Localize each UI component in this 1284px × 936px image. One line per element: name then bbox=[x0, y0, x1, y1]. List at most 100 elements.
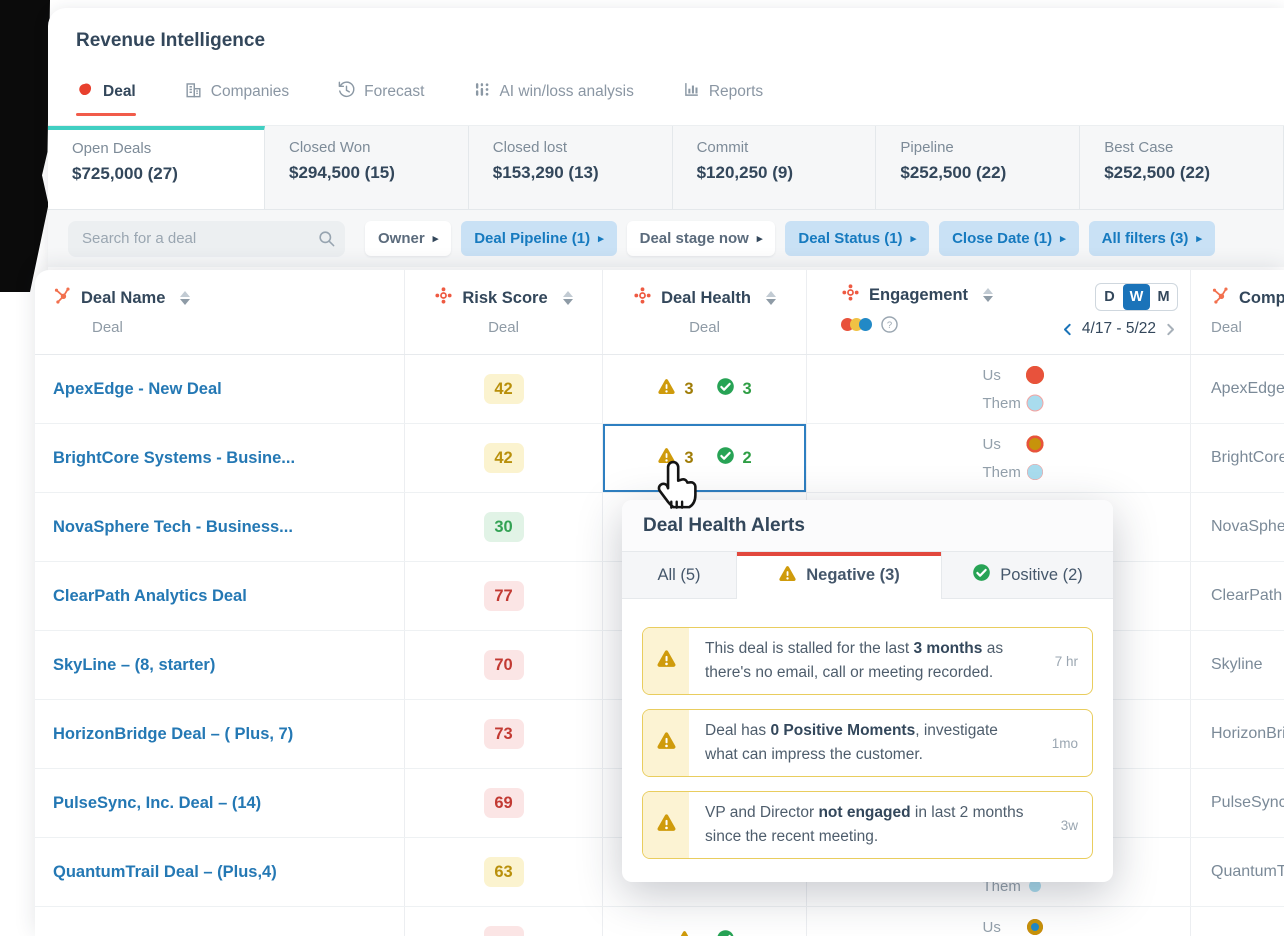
popup-title: Deal Health Alerts bbox=[622, 500, 1113, 552]
popup-alert-list: This deal is stalled for the last 3 mont… bbox=[622, 599, 1113, 882]
column-sub-label: Deal bbox=[1211, 319, 1242, 336]
engagement-dot-red bbox=[1025, 366, 1044, 384]
summary-card-open-deals[interactable]: Open Deals $725,000 (27) bbox=[48, 126, 265, 209]
companies-icon bbox=[184, 80, 203, 104]
app-card: Revenue Intelligence Deal Companies Foreca… bbox=[48, 8, 1284, 270]
column-header-deal-health[interactable]: Deal Health Deal bbox=[602, 270, 806, 354]
check-circle-icon bbox=[716, 929, 735, 936]
filter-button-deal-pipeline[interactable]: Deal Pipeline (1) ▸ bbox=[461, 221, 617, 256]
deal-link[interactable]: ApexEdge - New Deal bbox=[53, 380, 222, 399]
warning-icon bbox=[656, 812, 677, 838]
sort-icon[interactable] bbox=[765, 291, 776, 305]
risk-score-badge: 77 bbox=[483, 581, 524, 611]
filter-button-deal-status[interactable]: Deal Status (1) ▸ bbox=[785, 221, 930, 256]
filter-button-deal-stage-now[interactable]: Deal stage now ▸ bbox=[626, 221, 776, 256]
risk-score-cell: 77 bbox=[404, 562, 602, 630]
deal-name-cell: ClearPath Analytics Deal bbox=[35, 562, 404, 630]
risk-score-badge: 42 bbox=[483, 374, 524, 404]
deal-link[interactable]: HorizonBridge Deal – ( Plus, 7) bbox=[53, 725, 293, 744]
deal-link[interactable]: ClearPath Analytics Deal bbox=[53, 587, 247, 606]
summary-cards: Open Deals $725,000 (27) Closed Won $294,50… bbox=[48, 125, 1284, 209]
deal-link[interactable]: NovaSphere Tech - Business... bbox=[53, 518, 293, 537]
risk-score-badge bbox=[483, 926, 524, 936]
risk-score-cell: 69 bbox=[404, 769, 602, 837]
tab-label: Forecast bbox=[364, 83, 425, 100]
engagement-cell: UsThem bbox=[806, 424, 1190, 492]
company-cell: PulseSync bbox=[1190, 769, 1284, 837]
nav-tabs: Deal Companies Forecast AI win/loss analysi… bbox=[76, 80, 1284, 116]
engagement-legend: ? bbox=[841, 315, 993, 334]
column-sub-label: Deal bbox=[92, 319, 123, 336]
property-cross-icon bbox=[841, 283, 860, 307]
column-header-company[interactable]: Comp Deal bbox=[1190, 270, 1284, 354]
column-header-risk-score[interactable]: Risk Score Deal bbox=[404, 270, 602, 354]
warning-icon bbox=[778, 564, 797, 588]
tab-deal[interactable]: Deal bbox=[76, 80, 136, 116]
card-value: $252,500 (22) bbox=[900, 163, 1007, 182]
negative-count: 3 bbox=[684, 448, 694, 467]
help-icon[interactable]: ? bbox=[880, 315, 899, 334]
risk-score-badge: 30 bbox=[483, 512, 524, 542]
search-input[interactable] bbox=[68, 220, 345, 257]
caret-right-icon: ▸ bbox=[756, 233, 763, 245]
card-label: Closed lost bbox=[492, 139, 567, 156]
card-label: Pipeline bbox=[900, 139, 954, 156]
filter-label: Owner bbox=[378, 230, 425, 247]
negative-count: 3 bbox=[684, 379, 694, 398]
check-circle-icon bbox=[716, 377, 735, 401]
deal-link[interactable]: BrightCore Systems - Busine... bbox=[53, 449, 295, 468]
sort-icon[interactable] bbox=[180, 291, 191, 305]
alert-timestamp: 1mo bbox=[1051, 735, 1078, 751]
risk-score-cell: 73 bbox=[404, 700, 602, 768]
deal-link[interactable]: QuantumTrail Deal – (Plus,4) bbox=[53, 863, 277, 882]
filter-bar: Owner▸Deal Pipeline (1)▸Deal stage now▸D… bbox=[48, 209, 1284, 267]
table-row: BrightCore Systems - Busine... 42 3 2 Us Them… bbox=[35, 424, 1284, 493]
date-range-label: 4/17 - 5/22 bbox=[1081, 320, 1156, 337]
summary-card-closed-won[interactable]: Closed Won $294,500 (15) bbox=[265, 126, 469, 209]
period-option-m[interactable]: M bbox=[1150, 284, 1177, 310]
health-alert-card: VP and Director not engaged in last 2 mo… bbox=[642, 791, 1093, 859]
warning-icon bbox=[656, 648, 677, 674]
period-option-w[interactable]: W bbox=[1123, 284, 1150, 310]
deal-health-cell[interactable] bbox=[602, 907, 806, 936]
tab-ai-win-loss[interactable]: AI win/loss analysis bbox=[472, 80, 634, 116]
table-header: Deal Name Deal Risk Score Deal Deal Heal… bbox=[35, 270, 1284, 355]
risk-score-cell bbox=[404, 907, 602, 936]
deal-health-cell[interactable]: 33 bbox=[602, 355, 806, 423]
popup-tab-positive[interactable]: Positive (2) bbox=[942, 552, 1113, 598]
alert-stripe bbox=[643, 710, 689, 776]
summary-card-best-case[interactable]: Best Case $252,500 (22) bbox=[1080, 126, 1284, 209]
filter-button-all-filters[interactable]: All filters (3) ▸ bbox=[1088, 221, 1215, 256]
alert-stripe bbox=[643, 628, 689, 694]
risk-score-badge: 69 bbox=[483, 788, 524, 818]
deal-name-cell: NovaSphere Tech - Business... bbox=[35, 493, 404, 561]
period-option-d[interactable]: D bbox=[1096, 284, 1123, 310]
popup-tab-all[interactable]: All (5) bbox=[622, 552, 737, 598]
search-icon bbox=[317, 229, 336, 253]
company-cell: ApexEdge bbox=[1190, 355, 1284, 423]
deal-health-cell[interactable]: 32 bbox=[602, 424, 806, 492]
risk-score-badge: 42 bbox=[483, 443, 524, 473]
column-header-deal-name[interactable]: Deal Name Deal bbox=[35, 270, 404, 354]
deal-link[interactable]: PulseSync, Inc. Deal – (14) bbox=[53, 794, 261, 813]
filter-label: Deal Status (1) bbox=[798, 230, 903, 247]
filter-button-close-date[interactable]: Close Date (1) ▸ bbox=[939, 221, 1079, 256]
column-sub-label: Deal bbox=[689, 319, 720, 336]
company-cell: NovaSphere bbox=[1190, 493, 1284, 561]
card-label: Open Deals bbox=[72, 140, 152, 157]
positive-alerts: 2 bbox=[716, 446, 752, 470]
chevron-right-icon[interactable] bbox=[1163, 322, 1178, 337]
filter-button-owner[interactable]: Owner ▸ bbox=[365, 221, 452, 256]
summary-card-commit[interactable]: Commit $120,250 (9) bbox=[673, 126, 877, 209]
deal-link[interactable]: SkyLine – (8, starter) bbox=[53, 656, 215, 675]
summary-card-pipeline[interactable]: Pipeline $252,500 (22) bbox=[876, 126, 1081, 209]
filter-label: Deal Pipeline (1) bbox=[474, 230, 591, 247]
sort-icon[interactable] bbox=[562, 291, 573, 305]
tab-companies[interactable]: Companies bbox=[184, 80, 289, 116]
tab-forecast[interactable]: Forecast bbox=[337, 80, 424, 116]
sort-icon[interactable] bbox=[983, 288, 994, 302]
summary-card-closed-lost[interactable]: Closed lost $153,290 (13) bbox=[469, 126, 673, 209]
tab-reports[interactable]: Reports bbox=[682, 80, 763, 116]
popup-tab-negative[interactable]: Negative (3) bbox=[737, 552, 942, 599]
chevron-left-icon[interactable] bbox=[1060, 322, 1075, 337]
